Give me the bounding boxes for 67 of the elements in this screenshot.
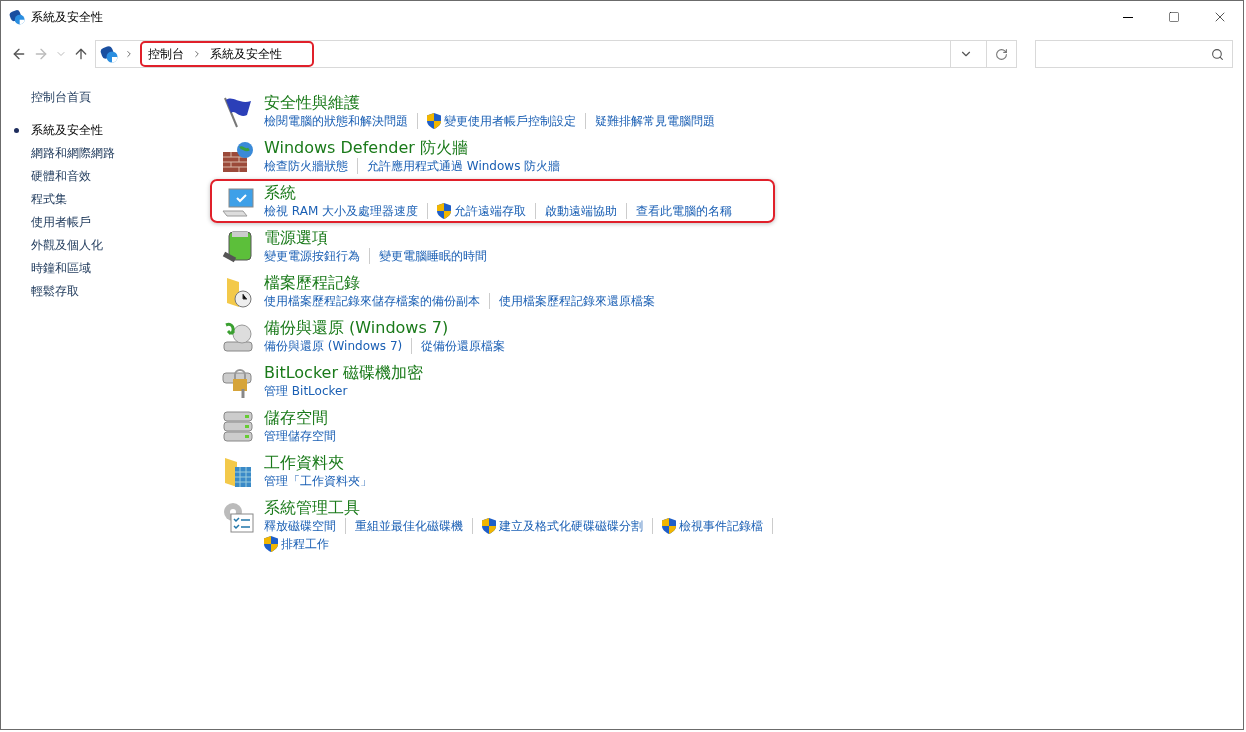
category-title[interactable]: 工作資料夾 <box>264 453 344 473</box>
maximize-icon <box>1168 11 1180 23</box>
back-icon <box>11 46 27 62</box>
task-link[interactable]: 管理儲存空間 <box>264 428 336 444</box>
up-icon <box>73 46 89 62</box>
category-title[interactable]: 檔案歷程記錄 <box>264 273 360 293</box>
task-link[interactable]: 建立及格式化硬碟磁碟分割 <box>499 518 643 534</box>
address-bar[interactable]: 控制台 系統及安全性 <box>95 40 1017 68</box>
task-link[interactable]: 從備份還原檔案 <box>421 338 506 354</box>
task-link[interactable]: 啟動遠端協助 <box>545 203 618 219</box>
task-link[interactable]: 檢閱電腦的狀態和解決問題 <box>264 113 408 129</box>
category-title[interactable]: 儲存空間 <box>264 408 328 428</box>
task-link[interactable]: 備份與還原 (Windows 7) <box>264 338 403 354</box>
gear-checklist-icon <box>221 500 255 534</box>
task-link[interactable]: 檢查防火牆狀態 <box>264 158 348 174</box>
chevron-icon <box>192 49 202 59</box>
task-link[interactable]: 釋放磁碟空間 <box>264 518 336 534</box>
sidebar-item[interactable]: 系統及安全性 <box>13 119 103 142</box>
category-title[interactable]: 系統管理工具 <box>264 498 360 518</box>
sidebar-link[interactable]: 控制台首頁 <box>31 89 210 105</box>
task-link[interactable]: 允許遠端存取 <box>454 203 527 219</box>
chevron-icon <box>124 49 134 59</box>
computer-monitor-icon <box>221 185 255 219</box>
breadcrumb[interactable]: 系統及安全性 <box>210 45 282 63</box>
sidebar-item[interactable]: 網路和網際網路 <box>13 142 115 165</box>
back-button[interactable] <box>11 46 27 62</box>
task-link[interactable]: 疑難排解常見電腦問題 <box>595 113 715 129</box>
category-title[interactable]: 電源選項 <box>264 228 328 248</box>
up-button[interactable] <box>73 46 89 62</box>
sidebar-item[interactable]: 硬體和音效 <box>13 165 91 188</box>
forward-button[interactable] <box>33 46 49 62</box>
category-title[interactable]: Windows Defender 防火牆 <box>264 138 468 158</box>
minimize-icon <box>1123 16 1133 18</box>
category-title[interactable]: 安全性與維護 <box>264 93 360 113</box>
task-link[interactable]: 檢視事件記錄檔 <box>679 518 763 534</box>
task-link[interactable]: 變更使用者帳戶控制設定 <box>444 113 576 129</box>
backup-drive-icon <box>221 320 255 354</box>
brick-wall-globe-icon <box>221 140 255 174</box>
forward-icon <box>33 46 49 62</box>
control-panel-icon <box>100 45 118 63</box>
category-title[interactable]: 系統 <box>264 183 296 203</box>
task-link[interactable]: 管理 BitLocker <box>264 383 348 399</box>
breadcrumb[interactable]: 控制台 <box>148 45 184 63</box>
category-title[interactable]: BitLocker 磁碟機加密 <box>264 363 424 383</box>
sidebar-item[interactable]: 程式集 <box>13 188 67 211</box>
task-link[interactable]: 允許應用程式通過 Windows 防火牆 <box>367 158 561 174</box>
search-icon <box>1211 47 1224 61</box>
sidebar-item[interactable]: 外觀及個人化 <box>13 234 103 257</box>
search-field[interactable] <box>1035 40 1233 68</box>
task-link[interactable]: 管理「工作資料夾」 <box>264 473 372 489</box>
sidebar-item[interactable]: 輕鬆存取 <box>13 280 79 303</box>
task-link[interactable]: 查看此電腦的名稱 <box>636 203 733 219</box>
task-link[interactable]: 使用檔案歷程記錄來儲存檔案的備份副本 <box>264 293 480 309</box>
task-link[interactable]: 排程工作 <box>281 536 329 552</box>
task-link[interactable]: 使用檔案歷程記錄來還原檔案 <box>499 293 655 309</box>
task-link[interactable]: 變更電腦睡眠的時間 <box>379 248 487 264</box>
window-title: 系統及安全性 <box>31 8 104 26</box>
battery-plug-icon <box>221 230 255 264</box>
sidebar-item[interactable]: 時鐘和區域 <box>13 257 91 280</box>
task-link[interactable]: 檢視 RAM 大小及處理器速度 <box>264 203 419 219</box>
control-panel-icon <box>9 9 25 25</box>
refresh-icon <box>995 47 1008 61</box>
category-title[interactable]: 備份與還原 (Windows 7) <box>264 318 449 338</box>
task-link[interactable]: 重組並最佳化磁碟機 <box>355 518 463 534</box>
task-link[interactable]: 變更電源按鈕行為 <box>264 248 360 264</box>
sidebar-item[interactable]: 使用者帳戶 <box>13 211 91 234</box>
stacked-drives-icon <box>221 410 255 444</box>
